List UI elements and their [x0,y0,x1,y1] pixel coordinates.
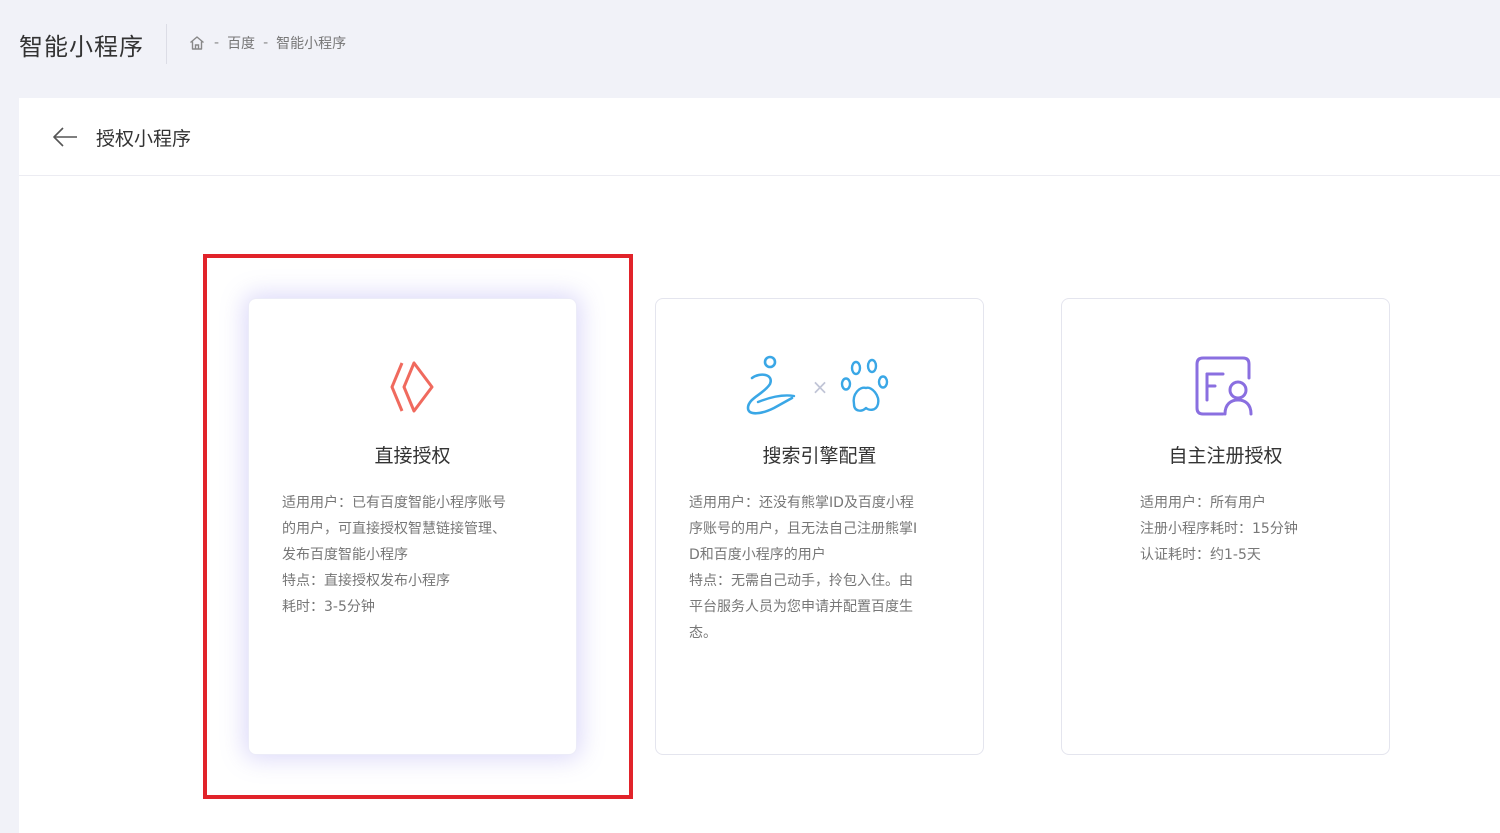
form-user-icon [1062,354,1389,420]
card-desc-line: 平台服务人员为您申请并配置百度生 [689,599,913,615]
svg-text:×: × [811,375,828,399]
card-desc-line: 注册小程序耗时：15分钟 [1140,521,1298,537]
main-panel: 授权小程序 直接授权 适用用户：已有百度智能小程序账号 的用户，可直接授权智慧链… [19,98,1500,833]
card-desc-line: 适用用户：已有百度智能小程序账号 [282,495,506,511]
header-divider [166,24,167,64]
card-description: 适用用户：还没有熊掌ID及百度小程 序账号的用户，且无法自己注册熊掌I D和百度… [689,490,917,646]
card-desc-line: 特点：无需自己动手，拎包入住。由 [689,573,913,589]
card-desc-line: 认证耗时：约1-5天 [1140,547,1261,563]
breadcrumb-separator: - [263,35,269,51]
home-icon[interactable] [188,34,206,52]
top-bar: 智能小程序 - 百度 - 智能小程序 [0,0,1500,88]
card-search-engine-config[interactable]: × 搜索引擎配置 适用用户：还没有熊掌ID及百度小程 序账号的用户，且无法自己注… [655,298,984,755]
card-title: 自主注册授权 [1168,445,1283,467]
app-title: 智能小程序 [19,33,144,61]
card-title: 直接授权 [374,445,451,467]
breadcrumb-item-mini-program[interactable]: 智能小程序 [276,33,346,53]
xiongzhang-x-baidu-paw-icon: × [656,354,983,420]
card-title: 搜索引擎配置 [762,445,877,467]
breadcrumb: - 百度 - 智能小程序 [188,33,346,53]
card-desc-line: 发布百度智能小程序 [282,547,408,563]
card-direct-authorization[interactable]: 直接授权 适用用户：已有百度智能小程序账号 的用户，可直接授权智慧链接管理、 发… [248,298,577,755]
card-self-registration[interactable]: 自主注册授权 适用用户：所有用户 注册小程序耗时：15分钟 认证耗时：约1-5天 [1061,298,1390,755]
page-title: 授权小程序 [96,128,192,150]
card-desc-line: 特点：直接授权发布小程序 [282,573,450,589]
card-desc-line: 态。 [689,625,717,641]
card-desc-line: 序账号的用户，且无法自己注册熊掌I [689,521,918,537]
breadcrumb-item-baidu[interactable]: 百度 [227,33,255,53]
card-description: 适用用户：已有百度智能小程序账号 的用户，可直接授权智慧链接管理、 发布百度智能… [282,490,506,620]
card-desc-line: 耗时：3-5分钟 [282,599,375,615]
breadcrumb-separator: - [214,35,220,51]
panel-header: 授权小程序 [19,98,1500,176]
card-desc-line: 的用户，可直接授权智慧链接管理、 [282,521,506,537]
card-desc-line: 适用用户：所有用户 [1140,495,1266,511]
card-description: 适用用户：所有用户 注册小程序耗时：15分钟 认证耗时：约1-5天 [1140,490,1298,568]
card-desc-line: D和百度小程序的用户 [689,547,826,563]
back-button[interactable] [51,123,79,151]
card-desc-line: 适用用户：还没有熊掌ID及百度小程 [689,495,914,511]
diamond-chevron-icon [249,354,576,420]
arrow-left-icon [53,127,77,147]
